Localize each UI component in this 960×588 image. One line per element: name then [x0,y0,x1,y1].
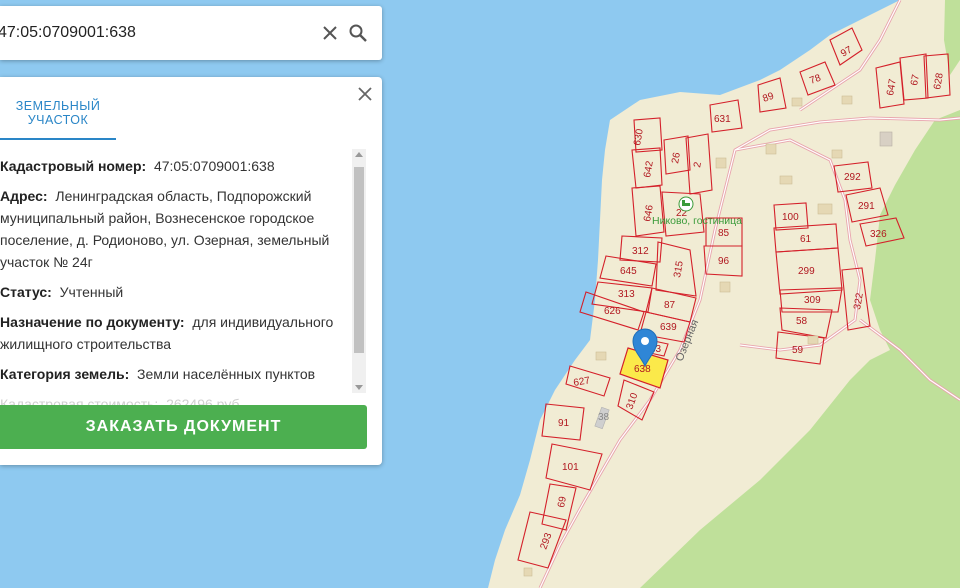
label-626: 626 [604,306,621,317]
hotel-bed-icon[interactable] [678,196,694,212]
prop-label: Статус: [0,284,52,300]
prop-value: Ленинградская область, Подпорожский муни… [0,188,330,270]
prop-value: Земли населённых пунктов [137,366,316,382]
label-58: 58 [796,316,808,327]
label-638: 638 [634,364,651,375]
prop-purpose: Назначение по документу: для индивидуаль… [0,311,350,355]
label-326: 326 [870,229,887,240]
prop-value: Учтенный [59,284,124,300]
prop-label: Кадастровый номер: [0,158,147,174]
search-bar [0,6,382,60]
label-38: 38 [598,412,610,423]
poi-label: Никово, гостиница [652,215,742,227]
prop-label: Категория земель: [0,366,130,382]
label-309: 309 [804,295,821,306]
prop-label: Назначение по документу: [0,314,185,330]
label-101: 101 [562,462,579,473]
label-87: 87 [664,300,676,311]
scroll-down-arrow-icon[interactable] [355,385,363,390]
search-input[interactable] [0,23,300,43]
prop-land-category: Категория земель: Земли населённых пункт… [0,363,350,385]
scroll-thumb[interactable] [354,167,364,353]
prop-status: Статус: Учтенный [0,281,350,303]
label-96: 96 [718,256,730,267]
label-313: 313 [618,289,635,300]
search-icon[interactable] [348,23,368,43]
label-91: 91 [558,418,570,429]
clear-icon[interactable] [320,23,340,43]
building-gray [879,131,893,147]
prop-address: Адрес: Ленинградская область, Подпорожск… [0,185,350,273]
label-292: 292 [844,172,861,183]
label-100: 100 [782,212,799,223]
property-list: Кадастровый номер: 47:05:0709001:638 Адр… [0,155,350,405]
label-645: 645 [620,266,637,277]
parcel-info-card: ЗЕМЕЛЬНЫЙ УЧАСТОК Кадастровый номер: 47:… [0,77,382,465]
prop-label: Адрес: [0,188,48,204]
label-59: 59 [792,345,804,356]
label-631: 631 [714,114,731,125]
label-291: 291 [858,201,875,212]
order-document-button[interactable]: ЗАКАЗАТЬ ДОКУМЕНТ [0,405,367,449]
prop-value: 47:05:0709001:638 [153,158,275,174]
tab-land-plot[interactable]: ЗЕМЕЛЬНЫЙ УЧАСТОК [0,99,116,127]
label-312: 312 [632,246,649,257]
prop-value: 262496 руб. [166,396,244,405]
prop-cadastral-number: Кадастровый номер: 47:05:0709001:638 [0,155,350,177]
label-299: 299 [798,266,815,277]
scrollbar[interactable] [352,149,366,393]
close-icon[interactable] [356,85,374,103]
prop-cadastral-value: Кадастровая стоимость: 262496 руб. [0,393,350,405]
scroll-up-arrow-icon[interactable] [355,152,363,157]
prop-label: Кадастровая стоимость: [0,396,159,405]
label-639: 639 [660,322,677,333]
label-61: 61 [800,234,812,245]
tab-underline [0,138,116,140]
label-85: 85 [718,228,730,239]
